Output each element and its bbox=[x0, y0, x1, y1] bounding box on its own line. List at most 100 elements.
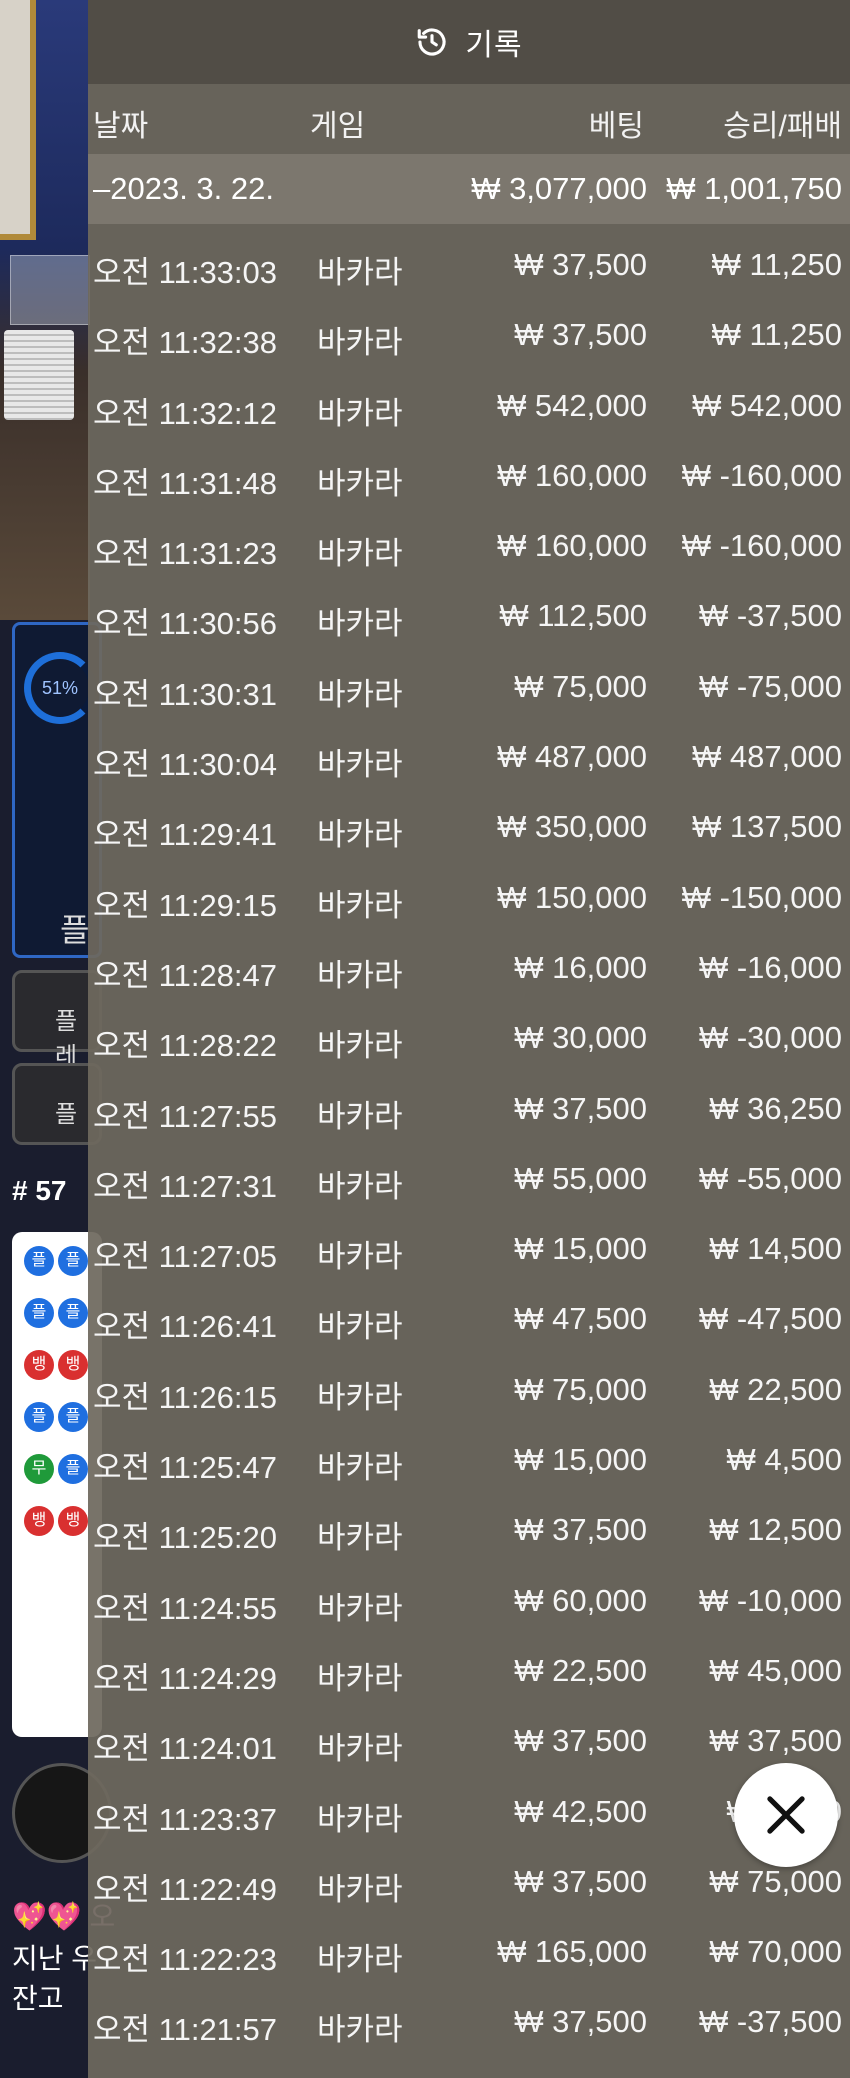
row-game: 바카라 bbox=[317, 1942, 403, 1978]
history-header: 기록 bbox=[88, 0, 850, 84]
road-banker-dot: 뱅 bbox=[58, 1350, 88, 1380]
table-row[interactable]: 오전 11:24:29 바카라 ₩ 22,500 ₩ 45,000 bbox=[88, 1630, 850, 1700]
row-time: 오전 11:22:49 bbox=[93, 1871, 278, 1907]
table-row[interactable]: 오전 11:22:49 바카라 ₩ 37,500 ₩ 75,000 bbox=[88, 1841, 850, 1911]
table-row[interactable]: 오전 11:31:48 바카라 ₩ 160,000 ₩ -160,000 bbox=[88, 435, 850, 505]
table-row[interactable]: 오전 11:22:23 바카라 ₩ 165,000 ₩ 70,000 bbox=[88, 1911, 850, 1981]
row-game: 바카라 bbox=[317, 1450, 403, 1486]
row-game: 바카라 bbox=[317, 1731, 403, 1767]
row-game: 바카라 bbox=[317, 817, 403, 853]
table-row[interactable]: 오전 11:27:55 바카라 ₩ 37,500 ₩ 36,250 bbox=[88, 1068, 850, 1138]
day-date: –2023. 3. 22. bbox=[93, 171, 274, 206]
row-time: 오전 11:24:01 bbox=[93, 1731, 278, 1767]
table-row[interactable]: 오전 11:28:47 바카라 ₩ 16,000 ₩ -16,000 bbox=[88, 927, 850, 997]
row-time: 오전 11:30:56 bbox=[93, 606, 278, 642]
road-player-dot: 플 bbox=[58, 1402, 88, 1432]
row-win-loss: ₩ 37,500 bbox=[709, 1723, 842, 1759]
table-row[interactable]: 오전 11:25:20 바카라 ₩ 37,500 ₩ 12,500 bbox=[88, 1489, 850, 1559]
row-win-loss: ₩ -30,000 bbox=[698, 1020, 842, 1056]
row-time: 오전 11:25:20 bbox=[93, 1520, 278, 1556]
bet-percentage-value: 51% bbox=[41, 677, 79, 698]
row-win-loss: ₩ 487,000 bbox=[692, 739, 842, 775]
table-row[interactable]: 오전 11:30:31 바카라 ₩ 75,000 ₩ -75,000 bbox=[88, 646, 850, 716]
row-win-loss: ₩ 12,500 bbox=[709, 1512, 842, 1548]
road-player-dot: 플 bbox=[58, 1454, 88, 1484]
road-banker-dot: 뱅 bbox=[24, 1350, 54, 1380]
row-game: 바카라 bbox=[317, 1520, 403, 1556]
row-bet: ₩ 150,000 bbox=[497, 879, 647, 915]
row-game: 바카라 bbox=[317, 465, 403, 501]
row-time: 오전 11:32:38 bbox=[93, 325, 278, 361]
row-bet: ₩ 542,000 bbox=[497, 387, 647, 423]
row-win-loss: ₩ 22,500 bbox=[709, 1371, 842, 1407]
road-tie-dot: 무 bbox=[24, 1454, 54, 1484]
row-win-loss: ₩ 70,000 bbox=[709, 1934, 842, 1970]
row-bet: ₩ 60,000 bbox=[514, 1582, 647, 1618]
row-time: 오전 11:29:41 bbox=[93, 817, 278, 853]
row-bet: ₩ 16,000 bbox=[514, 949, 647, 985]
row-win-loss: ₩ -37,500 bbox=[698, 2004, 842, 2040]
row-game: 바카라 bbox=[317, 1168, 403, 1204]
table-row[interactable]: 오전 11:26:15 바카라 ₩ 75,000 ₩ 22,500 bbox=[88, 1349, 850, 1419]
table-row[interactable]: 오전 11:30:04 바카라 ₩ 487,000 ₩ 487,000 bbox=[88, 716, 850, 786]
row-time: 오전 11:27:31 bbox=[93, 1168, 278, 1204]
row-game: 바카라 bbox=[317, 1379, 403, 1415]
row-time: 오전 11:21:57 bbox=[93, 2012, 278, 2048]
row-time: 오전 11:27:05 bbox=[93, 1239, 278, 1275]
row-game: 바카라 bbox=[317, 2012, 403, 2048]
table-row[interactable]: 오전 11:32:12 바카라 ₩ 542,000 ₩ 542,000 bbox=[88, 365, 850, 435]
row-time: 오전 11:24:29 bbox=[93, 1660, 278, 1696]
row-time: 오전 11:22:23 bbox=[93, 1942, 278, 1978]
row-win-loss: ₩ -10,000 bbox=[698, 1582, 842, 1618]
table-row[interactable]: 오전 11:31:23 바카라 ₩ 160,000 ₩ -160,000 bbox=[88, 505, 850, 575]
table-row[interactable]: 오전 11:24:01 바카라 ₩ 37,500 ₩ 37,500 bbox=[88, 1700, 850, 1770]
table-row[interactable]: 오전 11:25:47 바카라 ₩ 15,000 ₩ 4,500 bbox=[88, 1419, 850, 1489]
row-time: 오전 11:32:12 bbox=[93, 395, 278, 431]
column-date: 날짜 bbox=[93, 110, 149, 143]
road-player-dot: 플 bbox=[24, 1246, 54, 1276]
close-button[interactable] bbox=[734, 1763, 838, 1867]
history-title: 기록 bbox=[465, 29, 523, 62]
row-game: 바카라 bbox=[317, 1871, 403, 1907]
table-row[interactable]: 오전 11:30:56 바카라 ₩ 112,500 ₩ -37,500 bbox=[88, 575, 850, 645]
row-game: 바카라 bbox=[317, 1098, 403, 1134]
row-win-loss: ₩ 36,250 bbox=[709, 1090, 842, 1126]
table-header: 날짜 게임 베팅 승리/패배 bbox=[88, 84, 850, 154]
chat-message: 잔고 bbox=[12, 1983, 64, 2014]
row-time: 오전 11:30:31 bbox=[93, 676, 278, 712]
card-shoe bbox=[10, 255, 90, 325]
close-icon bbox=[767, 1796, 805, 1834]
chat-message: 지난 우 bbox=[12, 1943, 98, 1974]
row-game: 바카라 bbox=[317, 887, 403, 923]
table-row[interactable]: 오전 11:28:22 바카라 ₩ 30,000 ₩ -30,000 bbox=[88, 997, 850, 1067]
row-time: 오전 11:29:15 bbox=[93, 887, 278, 923]
day-total-bet: ₩ 3,077,000 bbox=[471, 171, 647, 206]
table-row[interactable]: 오전 11:26:41 바카라 ₩ 47,500 ₩ -47,500 bbox=[88, 1278, 850, 1348]
row-bet: ₩ 487,000 bbox=[497, 739, 647, 775]
table-row[interactable]: 오전 11:24:55 바카라 ₩ 60,000 ₩ -10,000 bbox=[88, 1560, 850, 1630]
row-win-loss: ₩ -47,500 bbox=[698, 1301, 842, 1337]
row-win-loss: ₩ -160,000 bbox=[681, 457, 842, 493]
row-game: 바카라 bbox=[317, 606, 403, 642]
row-win-loss: ₩ -55,000 bbox=[698, 1160, 842, 1196]
row-game: 바카라 bbox=[317, 1028, 403, 1064]
table-row[interactable]: 오전 11:21:57 바카라 ₩ 37,500 ₩ -37,500 bbox=[88, 1981, 850, 2051]
table-row[interactable]: 오전 11:33:03 바카라 ₩ 37,500 ₩ 11,250 bbox=[88, 224, 850, 294]
table-row[interactable]: 오전 11:29:15 바카라 ₩ 150,000 ₩ -150,000 bbox=[88, 857, 850, 927]
table-row[interactable]: 오전 11:27:31 바카라 ₩ 55,000 ₩ -55,000 bbox=[88, 1138, 850, 1208]
row-bet: ₩ 160,000 bbox=[497, 528, 647, 564]
row-time: 오전 11:28:22 bbox=[93, 1028, 278, 1064]
day-summary-row[interactable]: –2023. 3. 22. ₩ 3,077,000 ₩ 1,001,750 bbox=[88, 154, 850, 224]
row-time: 오전 11:24:55 bbox=[93, 1590, 278, 1626]
table-row[interactable]: 오전 11:27:05 바카라 ₩ 15,000 ₩ 14,500 bbox=[88, 1208, 850, 1278]
row-bet: ₩ 75,000 bbox=[514, 668, 647, 704]
round-number: # 57 bbox=[12, 1175, 67, 1206]
row-time: 오전 11:26:41 bbox=[93, 1309, 278, 1345]
row-game: 바카라 bbox=[317, 1660, 403, 1696]
road-player-dot: 플 bbox=[24, 1298, 54, 1328]
row-game: 바카라 bbox=[317, 255, 403, 290]
table-row[interactable]: 오전 11:32:38 바카라 ₩ 37,500 ₩ 11,250 bbox=[88, 294, 850, 364]
chip-stack bbox=[4, 330, 74, 420]
table-row[interactable]: 오전 11:29:41 바카라 ₩ 350,000 ₩ 137,500 bbox=[88, 786, 850, 856]
road-banker-dot: 뱅 bbox=[58, 1506, 88, 1536]
